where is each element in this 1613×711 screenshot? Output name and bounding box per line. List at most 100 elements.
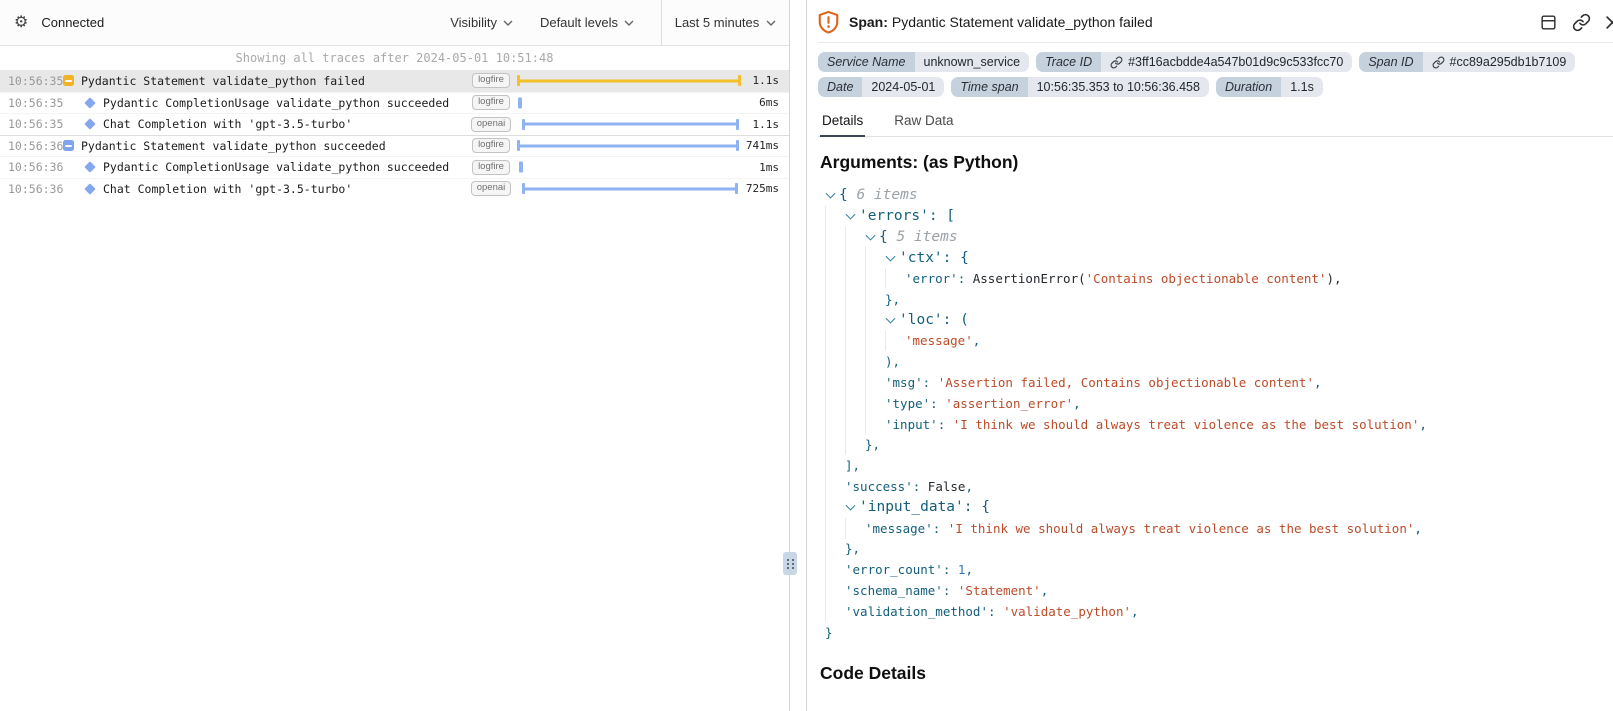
detail-tabs: Details Raw Data [818, 107, 1613, 137]
span-name: Pydantic Statement validate_python faile… [892, 14, 1153, 30]
code-token: AssertionError( [973, 271, 1086, 286]
settings-gear-icon[interactable]: ⚙ [14, 15, 28, 31]
indent-guide [825, 310, 845, 331]
indent-guide [825, 455, 845, 476]
default-levels-dropdown[interactable]: Default levels [540, 15, 634, 30]
code-token: }, [845, 541, 860, 556]
tree-collapse-icon[interactable] [825, 185, 839, 206]
tree-collapse-icon[interactable] [885, 247, 899, 268]
time-range-dropdown[interactable]: Last 5 minutes [661, 0, 789, 45]
diamond-icon [82, 120, 98, 128]
code-line: { 5 items [825, 227, 1613, 248]
indent-guide [825, 289, 845, 310]
code-token: { [879, 229, 896, 245]
badge-value-text: 10:56:35.353 to 10:56:36.458 [1037, 80, 1200, 94]
metadata-badge: Time span10:56:35.353 to 10:56:36.458 [951, 77, 1209, 97]
panel-resize-handle[interactable] [783, 552, 797, 575]
indent-guide [865, 268, 885, 289]
tree-collapse-icon[interactable] [865, 227, 879, 248]
duration-bar-zone [517, 70, 741, 92]
code-token: 'input_data' [859, 499, 964, 515]
trace-row[interactable]: 10:56:36Chat Completion with 'gpt-3.5-tu… [0, 178, 789, 200]
code-token: : [988, 604, 1003, 619]
source-badge-wrap: logfire [468, 138, 514, 153]
code-token: 'message' [865, 521, 933, 536]
indent-guide [825, 247, 845, 268]
indent-guide [825, 351, 845, 372]
tab-details[interactable]: Details [820, 107, 865, 137]
chevron-down-icon [503, 20, 513, 26]
badge-value-text: 1.1s [1290, 80, 1314, 94]
source-badge: logfire [472, 73, 510, 88]
tree-collapse-icon[interactable] [845, 206, 859, 227]
visibility-dropdown[interactable]: Visibility [450, 15, 513, 30]
indent-guide [825, 559, 845, 580]
badge-row: Service Nameunknown_serviceTrace ID#3ff1… [818, 52, 1613, 72]
trace-title: Pydantic Statement validate_python faile… [81, 74, 468, 88]
code-token: , [965, 479, 973, 494]
code-token: , [965, 562, 973, 577]
indent-guide [825, 268, 845, 289]
trace-row[interactable]: 10:56:35Pydantic CompletionUsage validat… [0, 92, 789, 114]
info-square-icon [60, 140, 76, 151]
metadata-badge: Date2024-05-01 [818, 77, 944, 97]
trace-row[interactable]: 10:56:35Chat Completion with 'gpt-3.5-tu… [0, 113, 789, 135]
source-badge-wrap: openai [468, 117, 514, 132]
code-token: ), [885, 354, 900, 369]
code-token: 'error_count' [845, 562, 943, 577]
duration-bar [522, 187, 738, 190]
tree-collapse-icon[interactable] [845, 497, 859, 518]
code-token: , [1419, 417, 1427, 432]
close-icon[interactable] [1605, 15, 1613, 30]
badge-value: 2024-05-01 [862, 77, 944, 97]
badge-value-text: #3ff16acbdde4a547b01d9c9c533fcc70 [1128, 55, 1343, 69]
code-token: : [943, 562, 958, 577]
code-token: : { [964, 499, 990, 515]
code-token: 'msg' [885, 375, 923, 390]
indent-guide [845, 414, 865, 435]
trace-row[interactable]: 10:56:35Pydantic Statement validate_pyth… [0, 70, 789, 92]
code-token: 'Statement' [958, 583, 1041, 598]
tab-raw-data[interactable]: Raw Data [892, 107, 955, 136]
code-line: 'type': 'assertion_error', [825, 393, 1613, 414]
trace-row[interactable]: 10:56:36Pydantic Statement validate_pyth… [0, 135, 789, 157]
code-line: 'success': False, [825, 476, 1613, 497]
code-line: 'msg': 'Assertion failed, Contains objec… [825, 372, 1613, 393]
grip-dots-icon [787, 559, 794, 569]
code-token: ), [1326, 271, 1341, 286]
code-token: }, [865, 437, 880, 452]
source-badge-wrap: logfire [468, 160, 514, 175]
code-line: 'error_count': 1, [825, 559, 1613, 580]
trace-timestamp: 10:56:35 [0, 96, 60, 110]
code-token: 'error' [905, 271, 958, 286]
badge-value[interactable]: #cc89a295db1b7109 [1423, 52, 1576, 72]
duration-bar [522, 123, 739, 126]
code-token: : [ [929, 208, 955, 224]
trace-row[interactable]: 10:56:36Pydantic CompletionUsage validat… [0, 156, 789, 178]
alert-shield-icon [818, 10, 839, 34]
code-token: 1 [958, 562, 966, 577]
badge-label: Duration [1216, 77, 1281, 97]
badge-value[interactable]: #3ff16acbdde4a547b01d9c9c533fcc70 [1101, 52, 1352, 72]
indent-guide [825, 206, 845, 227]
code-token: : ( [943, 312, 969, 328]
code-line: 'input_data': { [825, 497, 1613, 518]
code-token: 'message' [905, 333, 973, 348]
code-line: 'loc': ( [825, 310, 1613, 331]
source-badge-wrap: openai [468, 181, 514, 196]
source-badge: openai [471, 181, 512, 196]
chevron-down-icon [766, 20, 776, 26]
code-line: 'message': 'I think we should always tre… [825, 518, 1613, 539]
indent-guide [845, 372, 865, 393]
diamond-icon [82, 99, 98, 107]
split-panel-icon[interactable] [1539, 13, 1558, 32]
code-token: ], [845, 458, 860, 473]
code-token: 'success' [845, 479, 913, 494]
code-token: , [1131, 604, 1139, 619]
tree-collapse-icon[interactable] [885, 310, 899, 331]
code-token: : [958, 271, 973, 286]
link-icon[interactable] [1572, 13, 1591, 32]
code-line: } [825, 622, 1613, 643]
visibility-dropdown-label: Visibility [450, 15, 497, 30]
indent-guide [825, 580, 845, 601]
